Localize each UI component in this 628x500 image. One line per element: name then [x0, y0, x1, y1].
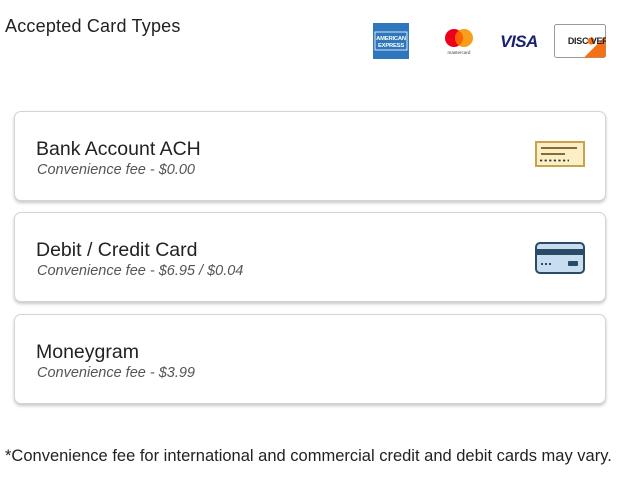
option-title: Debit / Credit Card	[36, 239, 198, 261]
discover-logo: DISC VER	[554, 24, 606, 58]
option-fee: Convenience fee - $3.99	[37, 365, 195, 381]
svg-text:mastercard: mastercard	[448, 50, 471, 55]
accepted-cards-title: Accepted Card Types	[5, 16, 181, 36]
payment-option-bank-ach[interactable]: Bank Account ACH Convenience fee - $0.00	[14, 111, 606, 201]
convenience-fee-footnote: *Convenience fee for international and c…	[5, 447, 612, 465]
check-icon	[535, 141, 585, 167]
card-logos: AMERICAN EXPRESS mastercard VISA DISC VE…	[368, 20, 612, 62]
svg-text:DISC: DISC	[568, 36, 589, 46]
option-fee: Convenience fee - $0.00	[37, 162, 195, 178]
svg-text:AMERICAN: AMERICAN	[376, 36, 406, 42]
option-title: Moneygram	[36, 341, 139, 363]
credit-card-icon	[535, 242, 585, 274]
option-fee: Convenience fee - $6.95 / $0.04	[37, 263, 244, 279]
payment-option-debit-credit[interactable]: Debit / Credit Card Convenience fee - $6…	[14, 212, 606, 302]
visa-logo: VISA	[500, 32, 538, 51]
svg-text:VISA: VISA	[500, 32, 538, 51]
amex-logo: AMERICAN EXPRESS	[373, 23, 409, 59]
svg-text:VER: VER	[591, 36, 606, 46]
option-title: Bank Account ACH	[36, 138, 201, 160]
accepted-cards-header: Accepted Card Types AMERICAN EXPRESS mas…	[0, 0, 628, 70]
payment-option-moneygram[interactable]: Moneygram Convenience fee - $3.99	[14, 314, 606, 404]
mastercard-logo: mastercard	[445, 29, 473, 55]
svg-text:EXPRESS: EXPRESS	[378, 43, 404, 49]
